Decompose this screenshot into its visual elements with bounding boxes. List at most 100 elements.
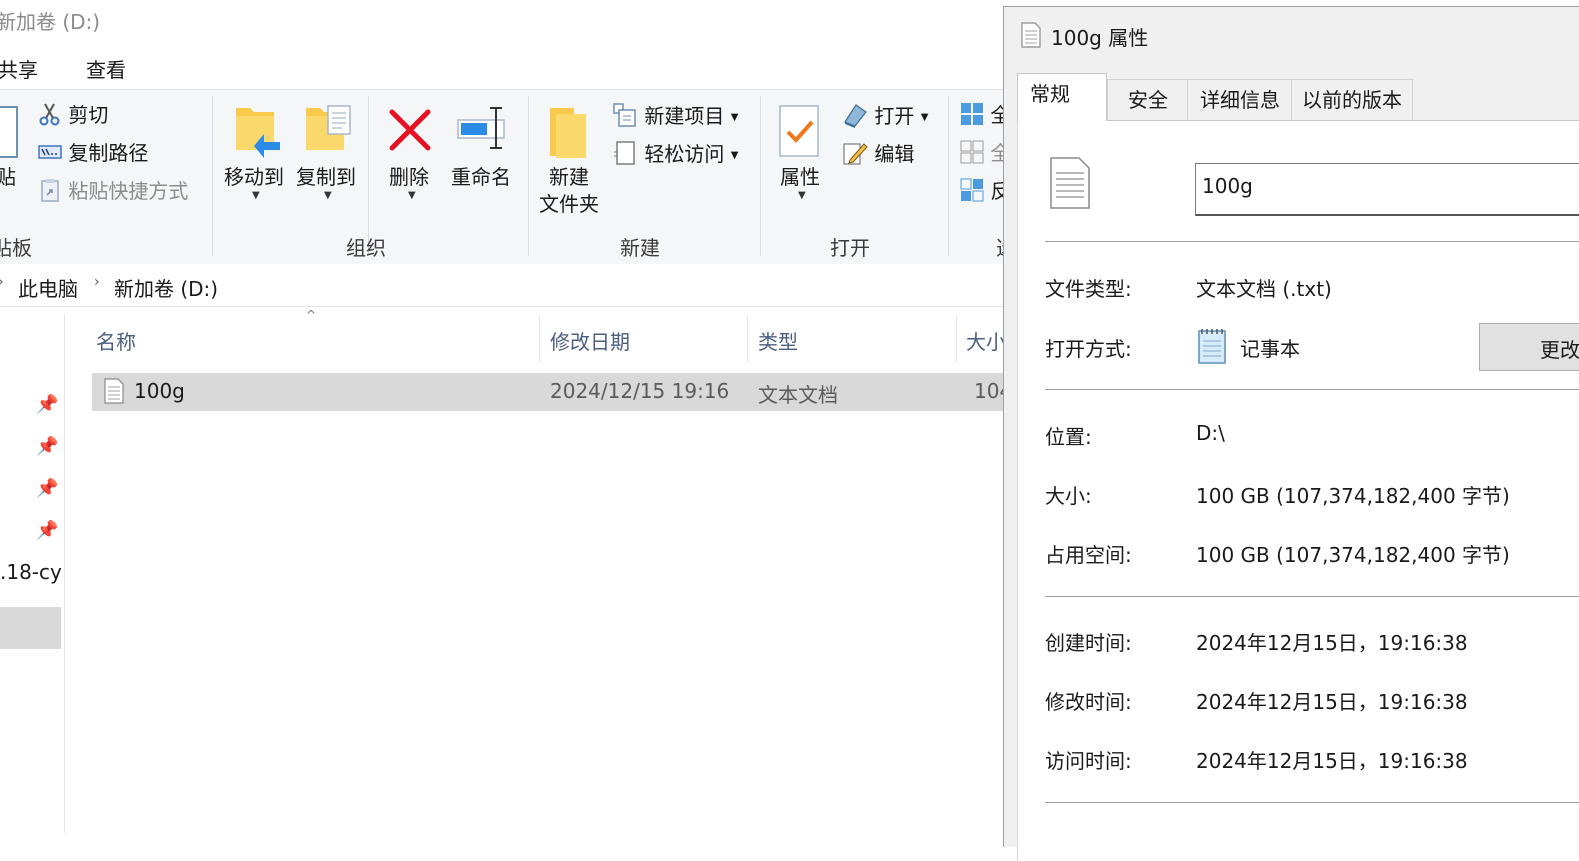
invert-selection-icon xyxy=(960,178,984,202)
column-header-modified[interactable]: 修改日期 xyxy=(550,326,630,355)
select-all-label: 全 xyxy=(990,103,1004,127)
pin-icon[interactable]: 📌 xyxy=(36,436,58,457)
new-item-dropdown-icon: ▼ xyxy=(730,112,739,123)
column-divider[interactable] xyxy=(956,316,957,362)
properties-button[interactable]: 属性 xyxy=(772,164,828,191)
pin-icon[interactable]: 📌 xyxy=(36,394,58,415)
column-divider[interactable] xyxy=(747,316,748,362)
file-row[interactable]: 100g 2024/12/15 19:16 文本文档 104 xyxy=(92,373,1004,411)
nav-item-folder[interactable]: .18-cy xyxy=(0,560,62,584)
easy-access-label: 轻松访问 xyxy=(644,142,725,166)
column-header-name[interactable]: 名称 xyxy=(96,326,136,355)
tab-previous-versions[interactable]: 以前的版本 xyxy=(1291,79,1413,120)
tab-general[interactable]: 常规 xyxy=(1017,73,1107,121)
delete-dropdown-icon[interactable]: ▼ xyxy=(408,190,416,201)
accessed-value: 2024年12月15日，19:16:38 xyxy=(1196,749,1468,773)
notepad-icon xyxy=(1198,329,1226,364)
tab-details[interactable]: 详细信息 xyxy=(1187,79,1293,120)
open-button[interactable]: 打开 ▼ xyxy=(842,102,928,131)
new-folder-icon xyxy=(550,108,586,158)
properties-dropdown-icon[interactable]: ▼ xyxy=(798,190,806,201)
delete-button[interactable]: 删除 xyxy=(380,164,438,191)
move-to-dropdown-icon[interactable]: ▼ xyxy=(252,190,260,201)
easy-access-dropdown-icon: ▼ xyxy=(730,150,739,161)
address-bar[interactable]: › 此电脑 › 新加卷 (D:) xyxy=(0,264,1004,307)
paste-shortcut-button[interactable]: 粘贴快捷方式 xyxy=(38,178,188,205)
menu-tab-view[interactable]: 查看 xyxy=(86,54,126,83)
delete-x-icon xyxy=(389,109,431,151)
move-to-button[interactable]: 移动到 xyxy=(220,164,288,191)
ribbon-separator xyxy=(212,96,213,256)
tab-security[interactable]: 安全 xyxy=(1107,79,1189,120)
breadcrumb-chevron-icon: › xyxy=(0,274,4,290)
new-folder-label-line1: 新建 xyxy=(549,165,589,189)
ribbon-separator xyxy=(948,96,949,256)
change-button-label: 更改 xyxy=(1540,338,1579,362)
column-header-size[interactable]: 大小 xyxy=(966,326,1004,355)
breadcrumb-drive-d[interactable]: 新加卷 (D:) xyxy=(114,273,218,302)
easy-access-button[interactable]: 轻松访问 ▼ xyxy=(612,140,738,169)
properties-dialog: 100g 属性 常规 安全 详细信息 以前的版本 100g 文件类型: 文本文档… xyxy=(1003,6,1579,861)
copy-to-icon xyxy=(306,105,351,150)
column-header-type[interactable]: 类型 xyxy=(758,326,798,355)
menu-tab-share[interactable]: 共享 xyxy=(0,54,38,83)
open-with-value: 记事本 xyxy=(1240,337,1300,361)
new-item-button[interactable]: 新建项目 ▼ xyxy=(612,102,738,131)
ribbon: 粘贴 剪切 复制路径 粘贴快捷方式 剪贴板 移动到 ▼ 复制到 ▼ xyxy=(0,89,1004,296)
paste-icon xyxy=(0,106,18,158)
nav-item-selected[interactable] xyxy=(0,607,61,649)
dialog-file-icon xyxy=(1021,22,1041,48)
copy-path-icon xyxy=(38,145,62,159)
file-type-label: 文件类型: xyxy=(1045,277,1132,301)
divider xyxy=(1045,802,1579,803)
modified-value: 2024年12月15日，19:16:38 xyxy=(1196,690,1468,714)
pin-icon[interactable]: 📌 xyxy=(36,478,58,499)
copy-to-button[interactable]: 复制到 xyxy=(292,164,360,191)
select-none-icon xyxy=(960,140,984,164)
edit-button[interactable]: 编辑 xyxy=(842,140,914,168)
cut-label: 剪切 xyxy=(68,103,109,127)
breadcrumb-chevron-icon: › xyxy=(94,274,100,290)
file-name-input[interactable]: 100g xyxy=(1195,163,1579,216)
rename-button[interactable]: 重命名 xyxy=(446,164,516,191)
pin-icon[interactable]: 📌 xyxy=(36,520,58,541)
cut-button[interactable]: 剪切 xyxy=(38,102,108,129)
sort-ascending-icon: ^ xyxy=(306,308,317,322)
new-folder-button[interactable]: 新建 文件夹 xyxy=(534,164,604,218)
rename-icon xyxy=(457,107,505,149)
file-name[interactable]: 100g xyxy=(134,379,185,403)
modified-label: 修改时间: xyxy=(1045,690,1132,714)
new-item-label: 新建项目 xyxy=(644,104,725,128)
select-none-button[interactable]: 全 xyxy=(960,140,1004,167)
change-button[interactable]: 更改 xyxy=(1479,323,1579,371)
text-file-icon xyxy=(104,378,124,404)
properties-icon xyxy=(779,105,819,157)
easy-access-icon xyxy=(614,141,635,165)
accessed-label: 访问时间: xyxy=(1045,749,1132,773)
open-label: 打开 xyxy=(874,104,915,128)
group-label-open: 打开 xyxy=(830,236,870,260)
location-value: D:\ xyxy=(1196,421,1225,445)
paste-button[interactable]: 粘贴 xyxy=(0,164,16,191)
new-item-icon xyxy=(613,103,636,127)
divider xyxy=(1045,241,1579,242)
group-label-clipboard: 剪贴板 xyxy=(0,236,32,260)
copy-to-dropdown-icon[interactable]: ▼ xyxy=(324,190,332,201)
open-dropdown-icon: ▼ xyxy=(920,112,929,123)
created-label: 创建时间: xyxy=(1045,631,1132,655)
breadcrumb-this-pc[interactable]: 此电脑 xyxy=(18,273,78,302)
copy-path-button[interactable]: 复制路径 xyxy=(38,140,148,167)
divider xyxy=(1045,596,1579,597)
paste-shortcut-label: 粘贴快捷方式 xyxy=(68,179,189,203)
edit-pencil-icon xyxy=(843,143,868,165)
paste-shortcut-icon xyxy=(41,179,59,202)
file-size: 104 xyxy=(974,379,1004,403)
select-all-button[interactable]: 全 xyxy=(960,102,1004,129)
invert-selection-button[interactable]: 反 xyxy=(960,178,1004,205)
column-divider[interactable] xyxy=(539,316,540,362)
file-name-input-value: 100g xyxy=(1202,174,1253,198)
new-folder-label-line2: 文件夹 xyxy=(539,192,599,216)
window-title: 新加卷 (D:) xyxy=(0,10,101,34)
move-to-icon xyxy=(236,108,280,158)
dialog-title: 100g 属性 xyxy=(1051,26,1149,50)
